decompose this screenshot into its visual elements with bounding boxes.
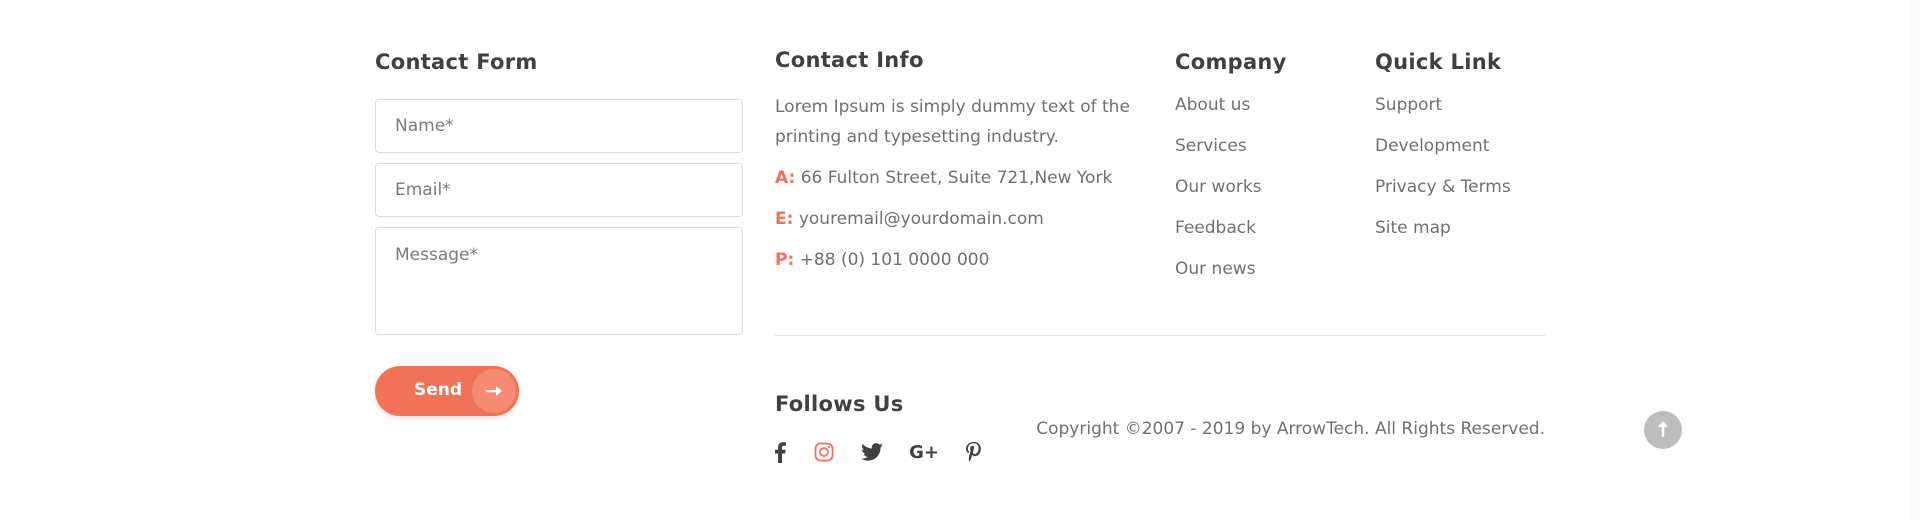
name-input[interactable] [375,99,743,153]
company-link-services[interactable]: Services [1175,136,1247,156]
page-scrollbar[interactable] [1910,0,1920,520]
company-link-feedback[interactable]: Feedback [1175,218,1256,238]
facebook-icon[interactable] [770,440,790,464]
scroll-to-top-button[interactable] [1644,411,1682,449]
google-plus-icon[interactable]: G+ [908,440,940,464]
list-item: About us [1175,95,1262,136]
copyright-text: Copyright ©2007 - 2019 by ArrowTech. All… [1036,419,1545,439]
list-item: Support [1375,95,1511,136]
company-title: Company [1175,50,1287,74]
contact-form-title: Contact Form [375,50,538,74]
send-button-label: Send [414,380,463,400]
send-button[interactable]: Send [375,366,519,416]
email-line: E: youremail@yourdomain.com [775,209,1044,229]
address-text: 66 Fulton Street, Suite 721,New York [800,168,1113,188]
address-line: A: 66 Fulton Street, Suite 721,New York [775,168,1112,188]
company-link-about-us[interactable]: About us [1175,95,1250,115]
phone-label: P: [775,250,795,270]
email-label: E: [775,209,794,229]
quick-link-development[interactable]: Development [1375,136,1489,156]
company-link-our-news[interactable]: Our news [1175,259,1256,279]
list-item: Site map [1375,218,1511,259]
arrow-up-icon [1658,420,1668,440]
list-item: Our works [1175,177,1262,218]
company-links: About us Services Our works Feedback Our… [1175,95,1262,300]
twitter-icon[interactable] [859,440,885,464]
quick-link-privacy-terms[interactable]: Privacy & Terms [1375,177,1511,197]
message-textarea[interactable] [375,227,743,335]
email-input[interactable] [375,163,743,217]
footer: Contact Form Send Contact Info Lorem Ips… [0,0,1920,520]
phone-line: P: +88 (0) 101 0000 000 [775,250,989,270]
arrow-right-icon [472,369,516,413]
address-label: A: [775,168,796,188]
list-item: Services [1175,136,1262,177]
footer-divider [775,335,1545,336]
quick-link-support[interactable]: Support [1375,95,1442,115]
contact-info-description: Lorem Ipsum is simply dummy text of the … [775,97,1130,147]
pinterest-icon[interactable] [962,440,984,464]
list-item: Our news [1175,259,1262,300]
company-link-our-works[interactable]: Our works [1175,177,1262,197]
quick-link-title: Quick Link [1375,50,1502,74]
email-text: youremail@yourdomain.com [798,209,1044,229]
instagram-icon[interactable] [812,440,836,464]
list-item: Feedback [1175,218,1262,259]
quick-links: Support Development Privacy & Terms Site… [1375,95,1511,259]
quick-link-site-map[interactable]: Site map [1375,218,1451,238]
list-item: Privacy & Terms [1375,177,1511,218]
follows-us-title: Follows Us [775,392,904,416]
contact-info-title: Contact Info [775,48,924,72]
phone-text: +88 (0) 101 0000 000 [799,250,990,270]
list-item: Development [1375,136,1511,177]
